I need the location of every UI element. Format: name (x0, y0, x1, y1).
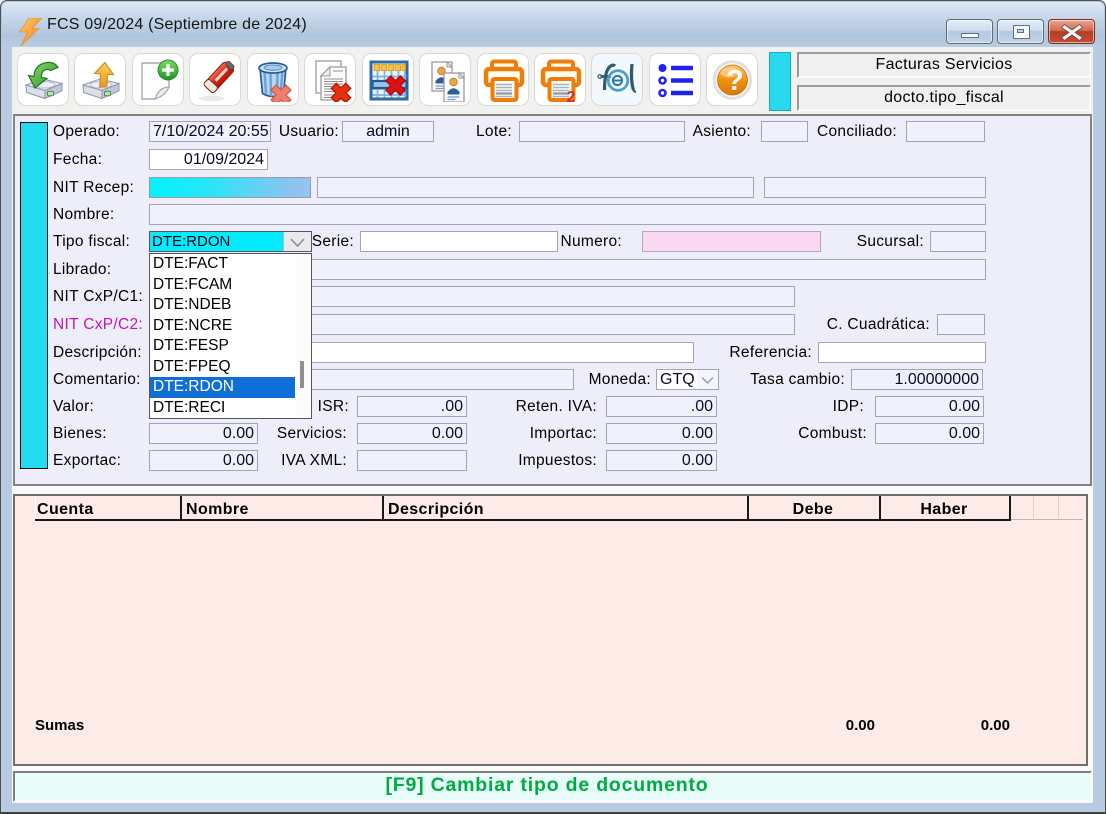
svg-text:2: 2 (567, 89, 576, 102)
svg-text:?: ? (726, 65, 744, 97)
